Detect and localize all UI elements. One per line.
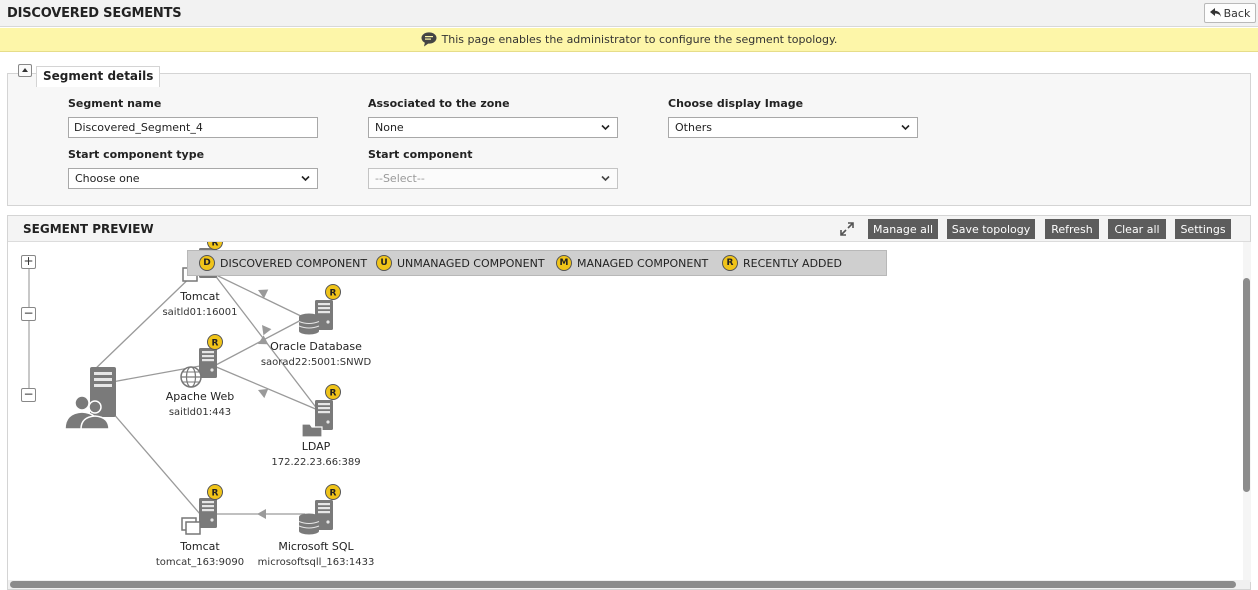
recently-added-badge xyxy=(325,284,341,300)
refresh-button[interactable]: Refresh xyxy=(1045,219,1099,239)
display-image-label: Choose display Image xyxy=(668,97,804,110)
client-users-node[interactable] xyxy=(64,367,116,430)
globe-icon xyxy=(180,366,202,388)
legend-discovered: D DISCOVERED COMPONENT xyxy=(199,255,367,271)
oracle-database-node[interactable]: Oracle Database saorad22:5001:SNWD xyxy=(261,284,372,369)
start-component-select[interactable]: --Select-- xyxy=(368,168,618,189)
page-title: DISCOVERED SEGMENTS xyxy=(7,6,182,21)
legend-recently-added-label: RECENTLY ADDED xyxy=(743,256,842,270)
mssql-address: microsoftsqll_163:1433 xyxy=(258,557,375,568)
manage-all-button[interactable]: Manage all xyxy=(868,219,938,239)
chevron-down-icon xyxy=(301,175,310,182)
tomcat-2-address: tomcat_163:9090 xyxy=(156,557,244,568)
apache-name: Apache Web xyxy=(166,390,235,403)
settings-button[interactable]: Settings xyxy=(1175,219,1231,239)
zoom-slider-track[interactable] xyxy=(28,265,30,395)
segment-details-legend: Segment details xyxy=(36,66,161,87)
server-icon xyxy=(199,498,217,528)
link-client-tomcat1 xyxy=(91,267,201,373)
segment-name-label: Segment name xyxy=(68,97,162,110)
back-button-label: Back xyxy=(1223,6,1251,20)
recently-added-badge xyxy=(325,484,341,500)
component-legend: D DISCOVERED COMPONENT U UNMANAGED COMPO… xyxy=(187,250,887,276)
info-banner: This page enables the administrator to c… xyxy=(0,28,1258,52)
recently-added-badge xyxy=(207,334,223,350)
oracle-address: saorad22:5001:SNWD xyxy=(261,357,372,368)
zoom-in-button[interactable]: + xyxy=(21,255,36,269)
topology-canvas: R xyxy=(64,242,375,569)
ldap-name: LDAP xyxy=(302,440,331,453)
app-window-icon xyxy=(181,517,201,535)
zoom-slider-handle[interactable]: − xyxy=(21,307,36,321)
recently-added-badge-icon: R xyxy=(722,255,738,271)
recently-added-badge xyxy=(207,484,223,500)
link-client-tomcat2 xyxy=(111,411,201,515)
start-component-label: Start component xyxy=(368,148,473,161)
legend-managed: M MANAGED COMPONENT xyxy=(556,255,708,271)
mssql-name: Microsoft SQL xyxy=(278,540,354,553)
tomcat-1-name: Tomcat xyxy=(179,290,220,303)
managed-badge-icon: M xyxy=(556,255,572,271)
expand-icon[interactable] xyxy=(839,221,855,237)
legend-discovered-label: DISCOVERED COMPONENT xyxy=(220,256,368,270)
preview-title: SEGMENT PREVIEW xyxy=(23,222,154,236)
zone-select[interactable]: None xyxy=(368,117,618,138)
link-arrows xyxy=(255,285,272,519)
server-icon xyxy=(315,400,333,430)
chevron-down-icon xyxy=(601,124,610,131)
legend-recently-added: R RECENTLY ADDED xyxy=(722,255,842,271)
tomcat-2-name: Tomcat xyxy=(179,540,220,553)
start-component-value: --Select-- xyxy=(375,172,425,185)
vertical-scrollbar-thumb[interactable] xyxy=(1243,278,1250,492)
start-type-select[interactable]: Choose one xyxy=(68,168,318,189)
apache-web-node[interactable]: Apache Web saitld01:443 xyxy=(166,334,235,419)
chevron-down-icon xyxy=(901,124,910,131)
zone-label: Associated to the zone xyxy=(368,97,510,110)
chevron-down-icon xyxy=(601,175,610,182)
server-icon xyxy=(199,348,217,378)
database-icon xyxy=(298,513,320,535)
horizontal-scrollbar-thumb[interactable] xyxy=(10,581,1236,588)
oracle-name: Oracle Database xyxy=(270,340,362,353)
unmanaged-badge-icon: U xyxy=(376,255,392,271)
microsoft-sql-node[interactable]: Microsoft SQL microsoftsqll_163:1433 xyxy=(258,484,375,569)
recently-added-badge xyxy=(325,384,341,400)
link-apache-ldap xyxy=(213,365,319,411)
header-bar: DISCOVERED SEGMENTS Back xyxy=(0,0,1258,27)
zone-select-value: None xyxy=(375,121,404,134)
preview-header: SEGMENT PREVIEW Manage all Save topology… xyxy=(8,216,1250,242)
display-image-value: Others xyxy=(675,121,712,134)
speech-bubble-icon xyxy=(421,32,437,47)
segment-name-input[interactable] xyxy=(68,117,318,138)
start-type-label: Start component type xyxy=(68,148,205,161)
legend-unmanaged: U UNMANAGED COMPONENT xyxy=(376,255,545,271)
clear-all-button[interactable]: Clear all xyxy=(1108,219,1166,239)
legend-unmanaged-label: UNMANAGED COMPONENT xyxy=(397,256,545,270)
apache-address: saitld01:443 xyxy=(169,407,231,418)
discovered-badge-icon: D xyxy=(199,255,215,271)
tomcat-node-2[interactable]: Tomcat tomcat_163:9090 xyxy=(156,484,244,569)
back-arrow-icon xyxy=(1209,8,1221,17)
legend-managed-label: MANAGED COMPONENT xyxy=(577,256,709,270)
display-image-select[interactable]: Others xyxy=(668,117,918,138)
collapse-toggle-button[interactable] xyxy=(18,64,32,77)
back-button[interactable]: Back xyxy=(1204,3,1256,23)
info-message: This page enables the administrator to c… xyxy=(441,33,838,46)
ldap-address: 172.22.23.66:389 xyxy=(271,457,360,468)
tomcat-1-address: saitld01:16001 xyxy=(162,307,237,318)
start-type-value: Choose one xyxy=(75,172,140,185)
save-topology-button[interactable]: Save topology xyxy=(947,219,1035,239)
zoom-out-button[interactable]: − xyxy=(21,388,36,402)
database-icon xyxy=(298,313,320,335)
ldap-node[interactable]: LDAP 172.22.23.66:389 xyxy=(271,384,361,469)
